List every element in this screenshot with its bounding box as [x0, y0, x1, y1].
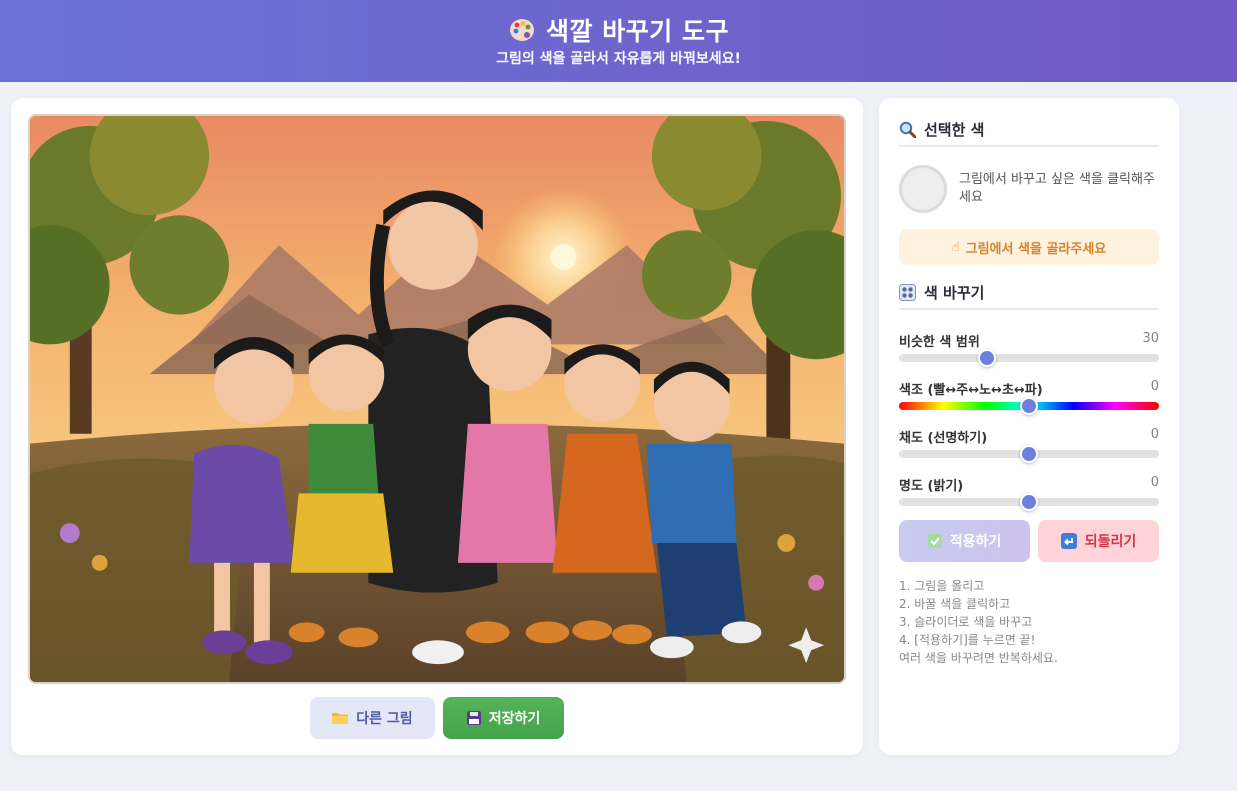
saturation-slider-thumb[interactable] [1020, 445, 1038, 463]
saturation-slider-block: 채도 (선명하기) 0 [899, 427, 1159, 467]
similarity-value: 30 [1142, 331, 1159, 346]
similarity-label: 비슷한 색 범위 [899, 335, 980, 350]
hue-label: 색조 (빨↔주↔노↔초↔파) [899, 383, 1043, 398]
control-panel: 선택한 색 그림에서 바꾸고 싶은 색을 클릭해주세요 ☝ 그림에서 색을 골라… [879, 98, 1179, 755]
apply-button[interactable]: 적용하기 [899, 520, 1030, 562]
magnifier-icon [899, 121, 917, 139]
brightness-slider-block: 명도 (밝기) 0 [899, 475, 1159, 515]
brightness-slider-thumb[interactable] [1020, 493, 1038, 511]
palette-icon [508, 16, 536, 44]
save-button[interactable]: 저장하기 [443, 697, 564, 739]
instructions: 1. 그림을 올리고 2. 바꿀 색을 클릭하고 3. 슬라이더로 색을 바꾸고… [899, 577, 1159, 667]
image-panel: 다른 그림 저장하기 [11, 98, 863, 755]
selected-color-heading-label: 선택한 색 [924, 121, 985, 139]
page-title: 색깔 바꾸기 도구 [546, 17, 729, 46]
image-canvas[interactable] [28, 114, 846, 684]
instruction-step: 1. 그림을 올리고 [899, 579, 985, 593]
reset-label: 되돌리기 [1084, 534, 1137, 550]
instruction-step: 여러 색을 바꾸려면 반복하세요. [899, 651, 1058, 665]
control-knobs-icon [899, 284, 916, 301]
hue-value: 0 [1150, 379, 1159, 394]
selected-color-hint: 그림에서 바꾸고 싶은 색을 클릭해주세요 [959, 172, 1155, 205]
saturation-value: 0 [1150, 427, 1159, 442]
app-header: 색깔 바꾸기 도구 그림의 색을 골라서 자유롭게 바꿔보세요! [0, 0, 1237, 82]
page-subtitle: 그림의 색을 골라서 자유롭게 바꿔보세요! [496, 51, 741, 67]
change-color-heading: 색 바꾸기 [899, 277, 1159, 310]
selected-color-heading: 선택한 색 [899, 114, 1159, 147]
instruction-step: 3. 슬라이더로 색을 바꾸고 [899, 615, 1033, 629]
selected-color-swatch [899, 165, 947, 213]
image-actions: 다른 그림 저장하기 [11, 697, 863, 739]
pick-color-notice: ☝ 그림에서 색을 골라주세요 [899, 229, 1159, 265]
pointing-hand-icon: ☝ [951, 239, 960, 255]
undo-icon [1060, 533, 1077, 549]
hue-slider-thumb[interactable] [1020, 397, 1038, 415]
floppy-disk-icon [466, 711, 481, 725]
folder-icon [332, 711, 349, 725]
brightness-label: 명도 (밝기) [899, 479, 964, 494]
family-illustration[interactable] [30, 116, 844, 682]
pick-color-notice-label: 그림에서 색을 골라주세요 [965, 241, 1107, 257]
brightness-value: 0 [1150, 475, 1159, 490]
similarity-slider-track[interactable] [899, 354, 1159, 362]
apply-label: 적용하기 [949, 534, 1002, 550]
instruction-step: 4. [적용하기]를 누르면 끝! [899, 633, 1036, 647]
hue-slider-block: 색조 (빨↔주↔노↔초↔파) 0 [899, 379, 1159, 419]
saturation-label: 채도 (선명하기) [899, 431, 988, 446]
header-title-row: 색깔 바꾸기 도구 [0, 12, 1237, 48]
reset-button[interactable]: 되돌리기 [1038, 520, 1159, 562]
save-label: 저장하기 [488, 711, 541, 727]
other-image-button[interactable]: 다른 그림 [310, 697, 435, 739]
check-icon [927, 534, 942, 548]
instruction-step: 2. 바꿀 색을 클릭하고 [899, 597, 1011, 611]
apply-actions: 적용하기 되돌리기 [899, 520, 1159, 562]
change-color-heading-label: 색 바꾸기 [924, 284, 985, 302]
other-image-label: 다른 그림 [356, 711, 413, 727]
similarity-slider-thumb[interactable] [978, 349, 997, 367]
similarity-slider-block: 비슷한 색 범위 30 [899, 331, 1159, 371]
